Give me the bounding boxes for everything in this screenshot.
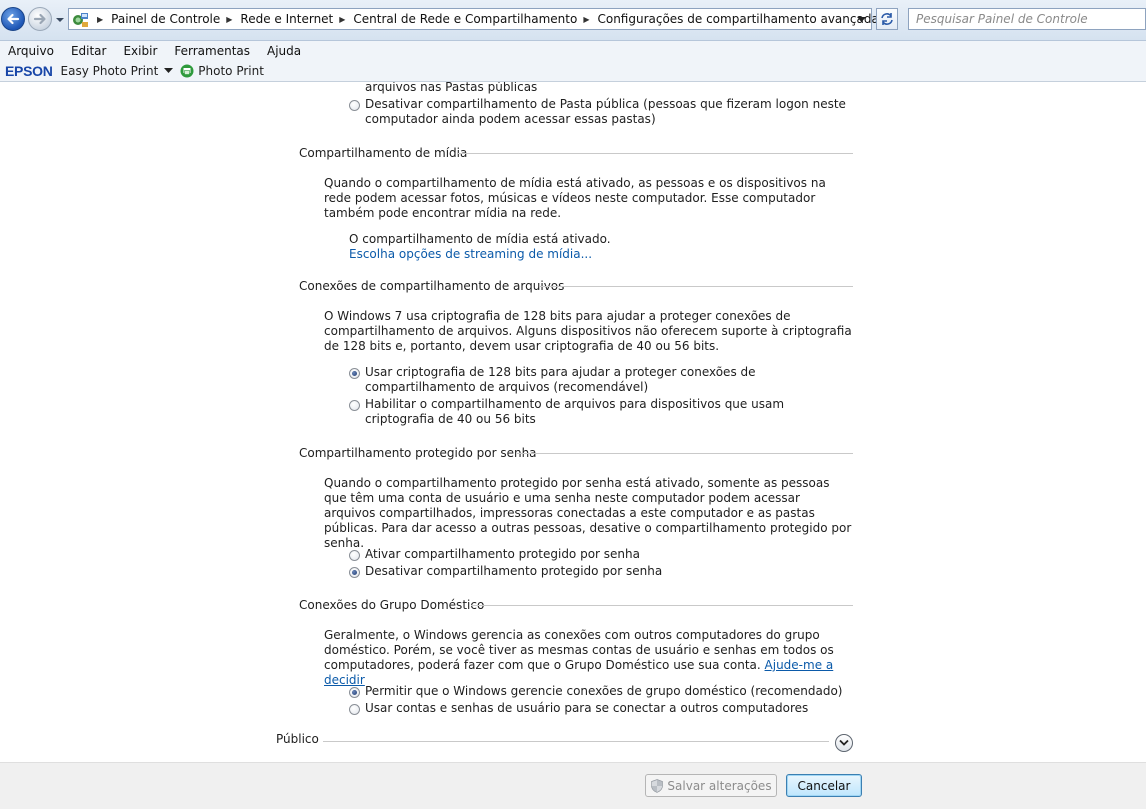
media-sharing-status: O compartilhamento de mídia está ativado… [349, 232, 611, 246]
breadcrumb-separator-icon[interactable]: ▶ [97, 15, 103, 24]
easy-photo-print-button[interactable]: Easy Photo Print [61, 64, 159, 78]
menu-exibir[interactable]: Exibir [115, 44, 166, 58]
encryption-128-radio[interactable] [349, 368, 360, 379]
file-sharing-heading: Conexões de compartilhamento de arquivos [299, 279, 565, 293]
menu-arquivo[interactable]: Arquivo [0, 44, 63, 58]
save-changes-label: Salvar alterações [667, 778, 772, 793]
public-folder-off-radio[interactable] [349, 100, 360, 111]
password-sharing-description: Quando o compartilhamento protegido por … [324, 476, 852, 550]
homegroup-heading: Conexões do Grupo Doméstico [299, 598, 485, 612]
expand-public-profile-button[interactable] [835, 734, 853, 752]
homegroup-windows-manages-radio[interactable] [349, 687, 360, 698]
breadcrumb-item[interactable]: Rede e Internet [240, 12, 333, 26]
password-sharing-off-radio[interactable] [349, 567, 360, 578]
refresh-icon [881, 13, 893, 25]
file-sharing-description: O Windows 7 usa criptografia de 128 bits… [324, 309, 852, 353]
media-sharing-heading: Compartilhamento de mídia [299, 146, 468, 160]
breadcrumb-bar[interactable]: ▶ Painel de Controle ▶ Rede e Internet ▶… [68, 8, 885, 30]
epson-logo: EPSON [5, 62, 53, 79]
menu-ajuda[interactable]: Ajuda [259, 44, 310, 58]
homegroup-windows-manages-label[interactable]: Permitir que o Windows gerencie conexões… [365, 684, 843, 699]
media-streaming-options-link[interactable]: Escolha opções de streaming de mídia... [349, 247, 592, 262]
homegroup-user-accounts-radio[interactable] [349, 704, 360, 715]
section-divider [457, 153, 853, 154]
breadcrumb-separator-icon[interactable]: ▶ [583, 15, 589, 24]
section-divider [540, 286, 853, 287]
advanced-sharing-settings: arquivos nas Pastas públicas Desativar c… [0, 82, 1146, 762]
forward-button[interactable] [28, 7, 52, 31]
public-folder-off-label[interactable]: Desativar compartilhamento de Pasta públ… [365, 97, 855, 127]
photo-print-icon [180, 64, 194, 77]
breadcrumb: ▶ Painel de Controle ▶ Rede e Internet ▶… [91, 9, 885, 29]
section-divider [517, 453, 853, 454]
menu-ferramentas[interactable]: Ferramentas [166, 44, 259, 58]
breadcrumb-item[interactable]: Central de Rede e Compartilhamento [353, 12, 577, 26]
footer-bar: Salvar alterações Cancelar [0, 762, 1146, 809]
encryption-40-56-label[interactable]: Habilitar o compartilhamento de arquivos… [365, 397, 855, 427]
breadcrumb-item[interactable]: Configurações de compartilhamento avança… [597, 12, 885, 26]
cancel-button[interactable]: Cancelar [786, 774, 862, 797]
epson-toolbar: EPSON Easy Photo Print Photo Print [0, 60, 1146, 82]
homegroup-description-text: Geralmente, o Windows gerencia as conexõ… [324, 628, 834, 672]
menu-bar: Arquivo Editar Exibir Ferramentas Ajuda [0, 41, 1146, 60]
homegroup-description: Geralmente, o Windows gerencia as conexõ… [324, 628, 854, 688]
homegroup-user-accounts-label[interactable]: Usar contas e senhas de usuário para se … [365, 701, 808, 716]
password-sharing-on-radio[interactable] [349, 550, 360, 561]
back-arrow-icon [7, 13, 20, 25]
password-sharing-heading: Compartilhamento protegido por senha [299, 446, 537, 460]
address-history-dropdown-icon[interactable] [857, 15, 866, 24]
easy-photo-print-dropdown-icon[interactable] [164, 66, 174, 75]
control-panel-icon [73, 13, 88, 27]
encryption-128-label[interactable]: Usar criptografia de 128 bits para ajuda… [365, 365, 835, 395]
breadcrumb-item[interactable]: Painel de Controle [111, 12, 220, 26]
encryption-40-56-radio[interactable] [349, 400, 360, 411]
chevron-down-icon [839, 739, 849, 746]
address-bar: ▶ Painel de Controle ▶ Rede e Internet ▶… [0, 0, 1146, 41]
public-profile-heading[interactable]: Público [276, 732, 319, 746]
breadcrumb-separator-icon[interactable]: ▶ [339, 15, 345, 24]
menu-editar[interactable]: Editar [63, 44, 116, 58]
save-changes-button[interactable]: Salvar alterações [645, 774, 777, 797]
photo-print-button[interactable]: Photo Print [198, 64, 264, 78]
media-sharing-description: Quando o compartilhamento de mídia está … [324, 176, 826, 220]
password-sharing-off-label[interactable]: Desativar compartilhamento protegido por… [365, 564, 662, 579]
back-button[interactable] [1, 7, 25, 31]
public-folder-option-on-label: arquivos nas Pastas públicas [365, 82, 538, 94]
search-input[interactable]: Pesquisar Painel de Controle [908, 8, 1146, 30]
uac-shield-icon [651, 778, 664, 793]
password-sharing-on-label[interactable]: Ativar compartilhamento protegido por se… [365, 547, 640, 562]
section-divider [323, 741, 829, 742]
refresh-button[interactable] [876, 8, 898, 30]
forward-arrow-icon [33, 13, 46, 25]
section-divider [471, 605, 853, 606]
recent-pages-dropdown-icon[interactable] [55, 15, 65, 25]
breadcrumb-separator-icon[interactable]: ▶ [226, 15, 232, 24]
